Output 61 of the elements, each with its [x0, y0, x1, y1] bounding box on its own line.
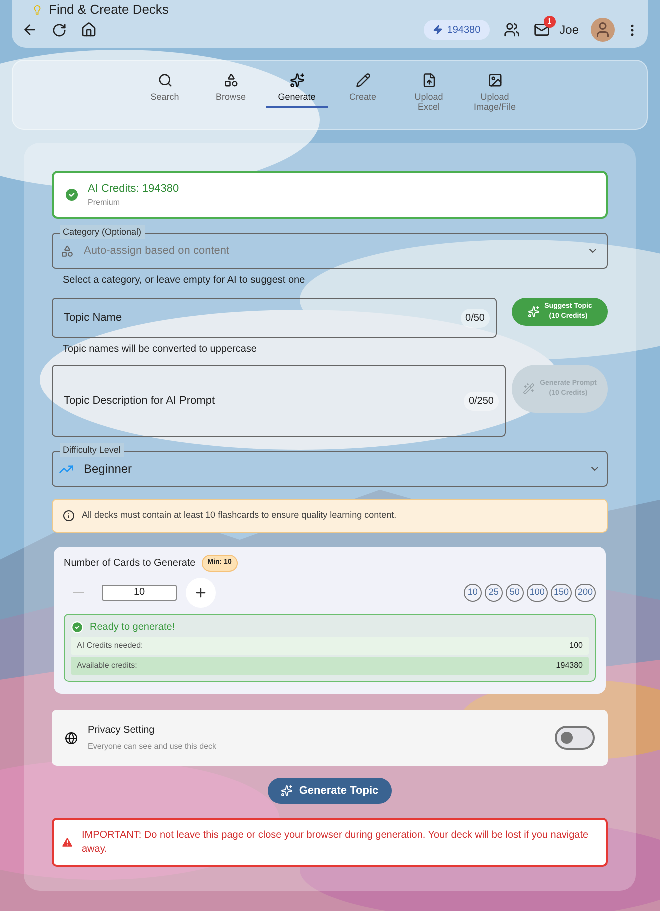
preset-chip[interactable]: 50: [506, 584, 524, 602]
check-icon: [71, 620, 84, 634]
helper-text: Select a category, or leave empty for AI to suggest one: [63, 274, 306, 288]
refresh-icon[interactable]: [52, 22, 67, 38]
credits-title: AI Credits: 194380: [88, 182, 180, 197]
people-icon[interactable]: [504, 22, 520, 38]
check-icon: [64, 187, 80, 203]
app-title: Find & Create Decks: [49, 1, 169, 20]
warning-banner: IMPORTANT: Do not leave this page or close your browser during generation. Your deck will be lost if you navigate away.: [52, 818, 608, 867]
nav-tab[interactable]: Create: [332, 73, 394, 108]
shapes-icon: [224, 73, 238, 88]
globe-icon: [65, 732, 78, 744]
character-counter: 0/250: [464, 392, 499, 410]
shapes-icon: [61, 244, 74, 258]
preset-chip[interactable]: 10: [464, 584, 482, 602]
info-banner: All decks must contain at least 10 flashcards to ensure quality learning content.: [52, 499, 608, 533]
image-icon: [488, 73, 502, 88]
user-name[interactable]: Joe: [560, 21, 579, 39]
back-icon[interactable]: [22, 22, 38, 38]
magic-wand-icon: [523, 383, 536, 395]
nav-tab[interactable]: Generate: [266, 73, 328, 108]
privacy-toggle[interactable]: [555, 726, 595, 750]
nav-tab[interactable]: Search: [134, 73, 196, 108]
plus-icon: [194, 586, 208, 600]
sparkles-icon: [290, 73, 304, 88]
nav-tab[interactable]: Upload Excel: [398, 73, 460, 118]
topic-description-field[interactable]: Topic Description for AI Prompt 0/250: [52, 365, 506, 437]
nav-tab[interactable]: Upload Image/File: [464, 73, 526, 118]
status-title: Ready to generate!: [90, 620, 176, 634]
credits-chip[interactable]: 194380: [424, 20, 490, 40]
summary-row: Available credits: 194380: [71, 656, 589, 674]
helper-text: Topic names will be converted to uppercase: [63, 343, 258, 357]
privacy-title: Privacy Setting: [88, 724, 156, 738]
pencil-icon: [356, 73, 370, 88]
topic-name-field[interactable]: Topic Name 0/50: [52, 298, 497, 338]
mail-icon[interactable]: [534, 22, 550, 38]
minus-icon: [72, 592, 84, 594]
search-icon: [158, 73, 172, 88]
sparkles-icon: [528, 306, 540, 318]
privacy-description: Everyone can see and use this deck: [88, 741, 218, 753]
person-icon: [594, 21, 612, 39]
file-upload-icon: [422, 73, 436, 88]
preset-chip[interactable]: 25: [484, 584, 503, 602]
field-label: Difficulty Level: [60, 443, 124, 457]
panel-title: Number of Cards to Generate: [64, 556, 196, 571]
card-count-field[interactable]: 10: [102, 584, 177, 600]
lightbulb-icon: [32, 4, 43, 16]
summary-row: AI Credits needed: 100: [71, 636, 589, 654]
sparkles-icon: [281, 785, 294, 797]
generate-topic-button[interactable]: Generate Topic: [268, 778, 392, 804]
warning-icon: [61, 836, 74, 849]
home-icon[interactable]: [81, 22, 97, 38]
info-icon: [63, 510, 75, 522]
preset-chip[interactable]: 150: [550, 584, 572, 602]
credits-plan: Premium: [88, 197, 122, 210]
field-label: Category (Optional): [60, 225, 145, 239]
nav-tab[interactable]: Browse: [200, 73, 262, 108]
lightning-icon: [433, 25, 444, 35]
preset-chip[interactable]: 200: [574, 584, 596, 602]
preset-chip[interactable]: 100: [526, 584, 548, 602]
character-counter: 0/50: [460, 308, 490, 328]
